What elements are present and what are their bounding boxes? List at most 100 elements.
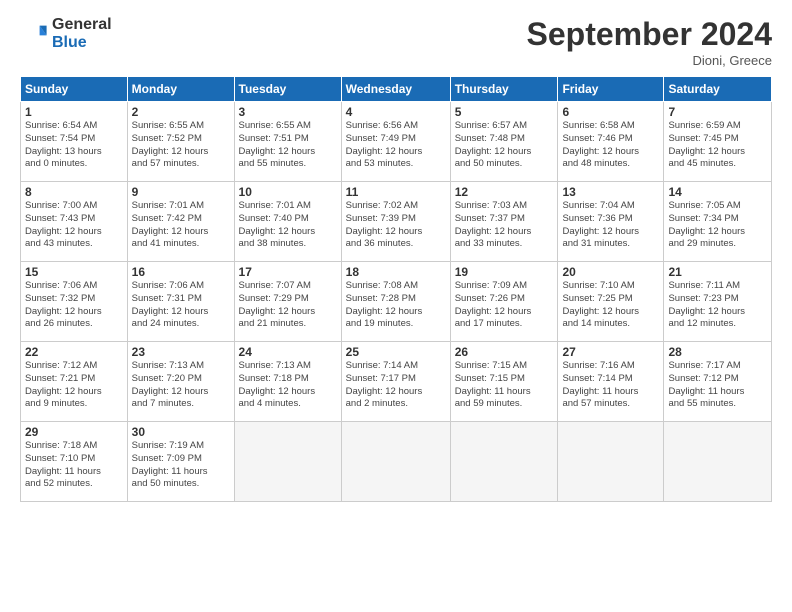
day-cell: 1Sunrise: 6:54 AM Sunset: 7:54 PM Daylig… [21,102,128,182]
day-info: Sunrise: 6:54 AM Sunset: 7:54 PM Dayligh… [25,120,123,171]
day-number: 12 [455,185,554,199]
day-cell: 28Sunrise: 7:17 AM Sunset: 7:12 PM Dayli… [664,342,772,422]
day-cell: 9Sunrise: 7:01 AM Sunset: 7:42 PM Daylig… [127,182,234,262]
day-cell: 12Sunrise: 7:03 AM Sunset: 7:37 PM Dayli… [450,182,558,262]
day-cell: 29Sunrise: 7:18 AM Sunset: 7:10 PM Dayli… [21,422,128,502]
day-cell: 11Sunrise: 7:02 AM Sunset: 7:39 PM Dayli… [341,182,450,262]
day-number: 6 [562,105,659,119]
day-number: 14 [668,185,767,199]
calendar-table: SundayMondayTuesdayWednesdayThursdayFrid… [20,76,772,502]
day-info: Sunrise: 6:57 AM Sunset: 7:48 PM Dayligh… [455,120,554,171]
day-number: 26 [455,345,554,359]
day-number: 22 [25,345,123,359]
day-cell: 15Sunrise: 7:06 AM Sunset: 7:32 PM Dayli… [21,262,128,342]
day-info: Sunrise: 6:55 AM Sunset: 7:51 PM Dayligh… [239,120,337,171]
logo-general: General [52,16,112,34]
day-cell [558,422,664,502]
logo-blue: Blue [52,34,112,52]
col-header-friday: Friday [558,77,664,102]
day-number: 23 [132,345,230,359]
day-info: Sunrise: 7:10 AM Sunset: 7:25 PM Dayligh… [562,280,659,331]
logo-text: General Blue [52,16,112,51]
day-info: Sunrise: 7:05 AM Sunset: 7:34 PM Dayligh… [668,200,767,251]
day-info: Sunrise: 6:55 AM Sunset: 7:52 PM Dayligh… [132,120,230,171]
day-number: 30 [132,425,230,439]
week-row-2: 8Sunrise: 7:00 AM Sunset: 7:43 PM Daylig… [21,182,772,262]
day-number: 28 [668,345,767,359]
day-info: Sunrise: 7:06 AM Sunset: 7:31 PM Dayligh… [132,280,230,331]
day-info: Sunrise: 7:01 AM Sunset: 7:40 PM Dayligh… [239,200,337,251]
day-number: 2 [132,105,230,119]
day-cell: 18Sunrise: 7:08 AM Sunset: 7:28 PM Dayli… [341,262,450,342]
day-cell [234,422,341,502]
day-cell: 4Sunrise: 6:56 AM Sunset: 7:49 PM Daylig… [341,102,450,182]
day-cell: 8Sunrise: 7:00 AM Sunset: 7:43 PM Daylig… [21,182,128,262]
day-number: 9 [132,185,230,199]
day-cell [664,422,772,502]
day-cell: 7Sunrise: 6:59 AM Sunset: 7:45 PM Daylig… [664,102,772,182]
day-info: Sunrise: 7:04 AM Sunset: 7:36 PM Dayligh… [562,200,659,251]
day-cell [450,422,558,502]
logo-icon [20,20,48,48]
day-cell: 23Sunrise: 7:13 AM Sunset: 7:20 PM Dayli… [127,342,234,422]
day-info: Sunrise: 7:06 AM Sunset: 7:32 PM Dayligh… [25,280,123,331]
day-number: 7 [668,105,767,119]
day-info: Sunrise: 7:09 AM Sunset: 7:26 PM Dayligh… [455,280,554,331]
day-cell: 30Sunrise: 7:19 AM Sunset: 7:09 PM Dayli… [127,422,234,502]
day-number: 19 [455,265,554,279]
day-cell: 6Sunrise: 6:58 AM Sunset: 7:46 PM Daylig… [558,102,664,182]
day-number: 11 [346,185,446,199]
col-header-wednesday: Wednesday [341,77,450,102]
day-info: Sunrise: 7:11 AM Sunset: 7:23 PM Dayligh… [668,280,767,331]
col-header-saturday: Saturday [664,77,772,102]
header: General Blue September 2024 Dioni, Greec… [20,16,772,68]
day-cell: 13Sunrise: 7:04 AM Sunset: 7:36 PM Dayli… [558,182,664,262]
day-number: 21 [668,265,767,279]
day-cell: 25Sunrise: 7:14 AM Sunset: 7:17 PM Dayli… [341,342,450,422]
day-info: Sunrise: 7:01 AM Sunset: 7:42 PM Dayligh… [132,200,230,251]
day-info: Sunrise: 7:08 AM Sunset: 7:28 PM Dayligh… [346,280,446,331]
day-info: Sunrise: 7:00 AM Sunset: 7:43 PM Dayligh… [25,200,123,251]
week-row-3: 15Sunrise: 7:06 AM Sunset: 7:32 PM Dayli… [21,262,772,342]
day-info: Sunrise: 6:59 AM Sunset: 7:45 PM Dayligh… [668,120,767,171]
day-number: 25 [346,345,446,359]
logo: General Blue [20,16,112,51]
week-row-5: 29Sunrise: 7:18 AM Sunset: 7:10 PM Dayli… [21,422,772,502]
day-number: 3 [239,105,337,119]
week-row-4: 22Sunrise: 7:12 AM Sunset: 7:21 PM Dayli… [21,342,772,422]
col-header-tuesday: Tuesday [234,77,341,102]
day-number: 1 [25,105,123,119]
title-block: September 2024 Dioni, Greece [527,16,772,68]
day-info: Sunrise: 7:13 AM Sunset: 7:18 PM Dayligh… [239,360,337,411]
day-info: Sunrise: 6:58 AM Sunset: 7:46 PM Dayligh… [562,120,659,171]
day-cell: 16Sunrise: 7:06 AM Sunset: 7:31 PM Dayli… [127,262,234,342]
day-number: 5 [455,105,554,119]
day-cell: 17Sunrise: 7:07 AM Sunset: 7:29 PM Dayli… [234,262,341,342]
day-number: 4 [346,105,446,119]
day-info: Sunrise: 7:14 AM Sunset: 7:17 PM Dayligh… [346,360,446,411]
day-info: Sunrise: 7:15 AM Sunset: 7:15 PM Dayligh… [455,360,554,411]
day-cell: 27Sunrise: 7:16 AM Sunset: 7:14 PM Dayli… [558,342,664,422]
day-cell: 22Sunrise: 7:12 AM Sunset: 7:21 PM Dayli… [21,342,128,422]
day-cell: 20Sunrise: 7:10 AM Sunset: 7:25 PM Dayli… [558,262,664,342]
day-cell: 26Sunrise: 7:15 AM Sunset: 7:15 PM Dayli… [450,342,558,422]
day-info: Sunrise: 7:13 AM Sunset: 7:20 PM Dayligh… [132,360,230,411]
col-header-thursday: Thursday [450,77,558,102]
day-number: 17 [239,265,337,279]
day-info: Sunrise: 7:07 AM Sunset: 7:29 PM Dayligh… [239,280,337,331]
day-number: 15 [25,265,123,279]
day-cell: 2Sunrise: 6:55 AM Sunset: 7:52 PM Daylig… [127,102,234,182]
day-info: Sunrise: 7:18 AM Sunset: 7:10 PM Dayligh… [25,440,123,491]
week-row-1: 1Sunrise: 6:54 AM Sunset: 7:54 PM Daylig… [21,102,772,182]
day-number: 18 [346,265,446,279]
month-title: September 2024 [527,16,772,53]
day-cell: 24Sunrise: 7:13 AM Sunset: 7:18 PM Dayli… [234,342,341,422]
calendar-header-row: SundayMondayTuesdayWednesdayThursdayFrid… [21,77,772,102]
day-cell: 19Sunrise: 7:09 AM Sunset: 7:26 PM Dayli… [450,262,558,342]
location: Dioni, Greece [527,53,772,68]
day-cell: 5Sunrise: 6:57 AM Sunset: 7:48 PM Daylig… [450,102,558,182]
day-info: Sunrise: 7:17 AM Sunset: 7:12 PM Dayligh… [668,360,767,411]
day-number: 16 [132,265,230,279]
day-number: 29 [25,425,123,439]
day-cell: 14Sunrise: 7:05 AM Sunset: 7:34 PM Dayli… [664,182,772,262]
